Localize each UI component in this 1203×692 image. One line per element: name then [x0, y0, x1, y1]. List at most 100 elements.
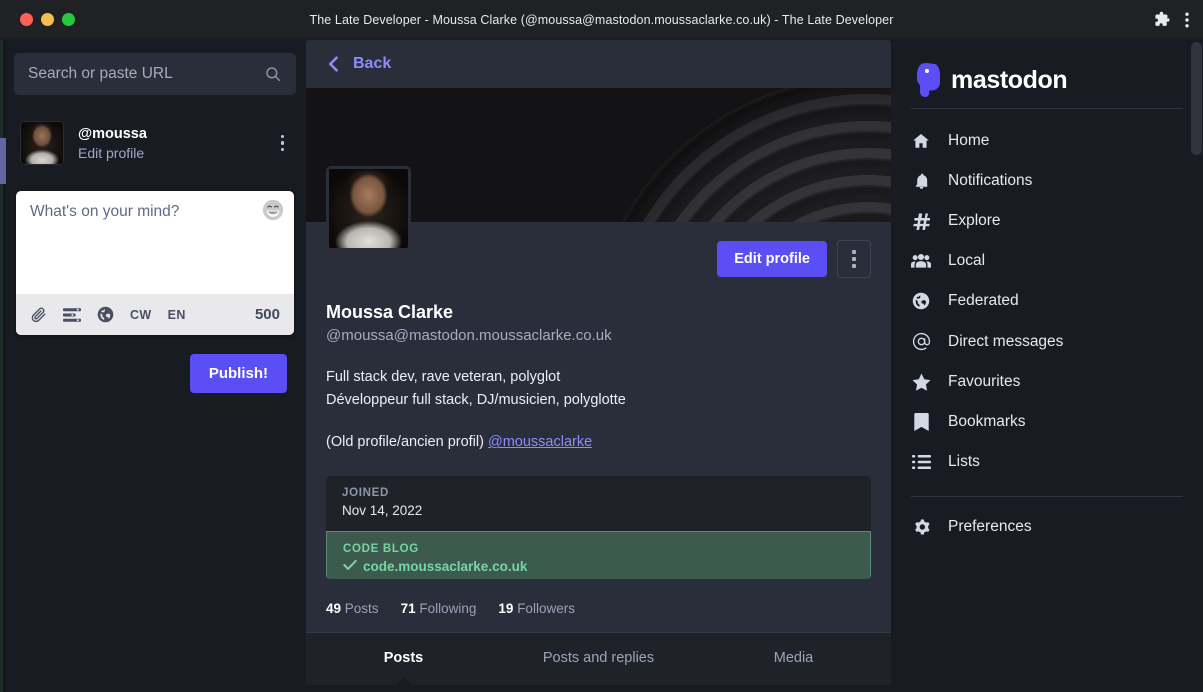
minimize-button[interactable] — [41, 13, 54, 26]
nav-item-direct-messages[interactable]: Direct messages — [905, 321, 1203, 362]
account-row[interactable]: @moussa Edit profile — [16, 119, 294, 167]
avatar[interactable] — [20, 121, 64, 165]
nav-item-lists[interactable]: Lists — [905, 442, 1203, 482]
people-group-icon — [911, 253, 931, 269]
three-dot-menu-icon[interactable] — [1185, 12, 1189, 28]
field-value: Nov 14, 2022 — [342, 502, 423, 518]
profile-field-joined: JOINED Nov 14, 2022 — [326, 475, 871, 531]
puzzle-piece-icon[interactable] — [1154, 11, 1171, 28]
paperclip-icon[interactable] — [30, 306, 47, 323]
nav-item-home[interactable]: Home — [905, 121, 1203, 161]
stat-following-label: Following — [419, 600, 477, 616]
profile-display-name: Moussa Clarke — [326, 302, 454, 323]
profile-bio: Full stack dev, rave veteran, polyglot D… — [306, 344, 891, 453]
search-container: Search or paste URL — [14, 53, 296, 95]
profile-tabs: Posts Posts and replies Media — [306, 632, 891, 685]
profile-header: Edit profile — [306, 166, 891, 294]
cw-button[interactable]: CW — [130, 308, 152, 322]
title-bar: The Late Developer - Moussa Clarke (@mou… — [0, 0, 1203, 40]
back-button[interactable]: Back — [306, 40, 891, 88]
nav-label: Bookmarks — [948, 413, 1026, 430]
nav-label: Direct messages — [948, 332, 1064, 350]
stat-followers[interactable]: 19 Followers — [498, 601, 575, 616]
maximize-button[interactable] — [62, 13, 75, 26]
tab-posts-and-replies[interactable]: Posts and replies — [501, 633, 696, 685]
nav-label: Home — [948, 132, 990, 149]
nav-item-federated[interactable]: Federated — [905, 281, 1203, 321]
nav-item-bookmarks[interactable]: Bookmarks — [905, 402, 1203, 442]
left-sidebar: Search or paste URL @moussa Edit profile — [0, 40, 300, 692]
page-scrollbar[interactable] — [1190, 40, 1203, 692]
profile-avatar[interactable] — [326, 166, 411, 252]
nav-item-explore[interactable]: Explore — [905, 201, 1203, 241]
poll-icon[interactable] — [63, 307, 81, 323]
compose-textarea[interactable]: What's on your mind? — [16, 191, 294, 294]
compose-box: What's on your mind? CW EN 500 — [16, 191, 294, 335]
settings-list: Preferences — [905, 497, 1203, 547]
profile-more-menu-button[interactable] — [837, 240, 871, 279]
browser-window: The Late Developer - Moussa Clarke (@mou… — [0, 0, 1203, 692]
publish-button[interactable]: Publish! — [189, 354, 287, 393]
nav-label: Preferences — [948, 518, 1032, 535]
check-icon — [343, 559, 357, 574]
account-meta: @moussa Edit profile — [78, 126, 261, 161]
edge-segment-bottom — [0, 184, 3, 692]
globe-icon[interactable] — [97, 306, 114, 323]
star-icon — [911, 373, 931, 391]
brand-header[interactable]: mastodon — [905, 40, 1203, 106]
edge-segment-top — [0, 40, 3, 138]
bio-line-1: Full stack dev, rave veteran, polyglot — [326, 369, 561, 386]
language-button[interactable]: EN — [168, 308, 186, 322]
edge-active-indicator — [0, 138, 6, 184]
field-label: CODE BLOG — [343, 542, 419, 555]
stat-following[interactable]: 71 Following — [401, 601, 477, 616]
bell-icon — [911, 172, 931, 190]
account-handle: @moussa — [78, 125, 147, 142]
bio-mention-link[interactable]: @moussaclarke — [488, 434, 592, 450]
nav-item-preferences[interactable]: Preferences — [905, 507, 1203, 547]
character-count: 500 — [254, 306, 280, 323]
profile-card: Edit profile Moussa Clarke @moussa@masto… — [306, 88, 891, 692]
edit-profile-link[interactable]: Edit profile — [78, 145, 261, 161]
gear-icon — [911, 518, 931, 536]
search-icon[interactable] — [264, 65, 282, 83]
vertical-dots-icon[interactable] — [275, 131, 291, 156]
hashtag-icon — [911, 212, 931, 230]
search-placeholder: Search or paste URL — [28, 65, 173, 82]
left-edge-bar — [0, 40, 6, 692]
tab-media[interactable]: Media — [696, 633, 891, 685]
bookmark-icon — [911, 413, 931, 431]
nav-item-notifications[interactable]: Notifications — [905, 161, 1203, 201]
nav-item-favourites[interactable]: Favourites — [905, 362, 1203, 402]
stat-posts-count: 49 — [326, 600, 342, 616]
nav-item-local[interactable]: Local — [905, 241, 1203, 281]
edit-profile-button[interactable]: Edit profile — [717, 241, 827, 278]
tab-posts[interactable]: Posts — [306, 633, 501, 685]
back-label: Back — [353, 55, 392, 72]
nav-label: Local — [948, 252, 986, 269]
stat-followers-label: Followers — [517, 600, 575, 616]
bio-line-2: Développeur full stack, DJ/musicien, pol… — [326, 391, 626, 408]
stat-posts-label: Posts — [344, 600, 379, 616]
publish-row: Publish! — [10, 354, 294, 393]
tabs-bottom-spacer — [306, 684, 891, 692]
compose-placeholder: What's on your mind? — [30, 203, 180, 220]
stat-following-count: 71 — [400, 600, 416, 616]
home-icon — [911, 132, 931, 150]
stat-posts[interactable]: 49 Posts — [326, 601, 379, 616]
close-button[interactable] — [20, 13, 33, 26]
chevron-left-icon — [326, 55, 340, 73]
scrollbar-thumb[interactable] — [1191, 42, 1202, 155]
profile-stats: 49 Posts 71 Following 19 Followers — [306, 579, 891, 633]
field-value-verified[interactable]: code.moussaclarke.co.uk — [343, 559, 854, 574]
profile-field-code-blog: CODE BLOG code.moussaclarke.co.uk — [326, 530, 871, 579]
search-input[interactable]: Search or paste URL — [14, 53, 296, 95]
mastodon-logo-icon — [911, 62, 944, 98]
nav-label: Federated — [948, 292, 1019, 309]
bio-line-3-text: (Old profile/ancien profil) — [326, 434, 488, 451]
nav-label: Notifications — [948, 172, 1033, 189]
browser-toolbar-icons — [1154, 11, 1203, 28]
grinning-emoji-icon[interactable] — [262, 199, 284, 221]
center-column: Back Edit profile Moussa Clarke @moussa@… — [306, 40, 891, 692]
bio-line-3: (Old profile/ancien profil) @moussaclark… — [326, 431, 871, 453]
